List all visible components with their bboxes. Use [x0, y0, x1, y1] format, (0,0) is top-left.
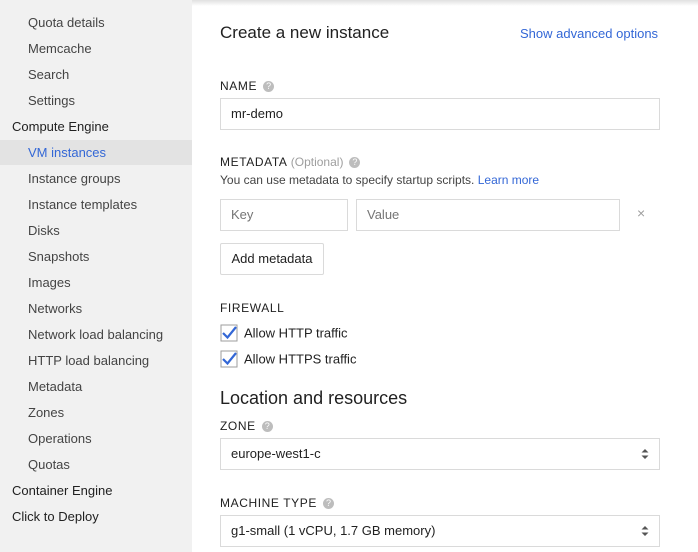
- sidebar-item-quotas[interactable]: Quotas: [28, 457, 70, 473]
- sidebar-item-vm-instances[interactable]: VM instances: [28, 145, 106, 161]
- sidebar-section-click-to-deploy[interactable]: Click to Deploy: [12, 509, 99, 525]
- metadata-label-text: METADATA: [220, 155, 287, 169]
- optional-note: (Optional): [290, 155, 344, 169]
- machine-type-label: MACHINE TYPE?: [220, 496, 334, 510]
- zone-value: europe-west1-c: [231, 446, 321, 461]
- zone-label: ZONE?: [220, 419, 273, 433]
- checkbox-checked-icon[interactable]: [220, 350, 238, 368]
- top-shadow: [192, 0, 698, 6]
- sidebar-item-snapshots[interactable]: Snapshots: [28, 249, 89, 265]
- sidebar-item-images[interactable]: Images: [28, 275, 71, 291]
- name-label-text: NAME: [220, 79, 258, 93]
- help-icon[interactable]: ?: [349, 157, 361, 168]
- machine-type-label-text: MACHINE TYPE: [220, 496, 317, 510]
- sidebar-item-quota-details[interactable]: Quota details: [28, 15, 105, 31]
- metadata-hint: You can use metadata to specify startup …: [220, 173, 539, 187]
- sidebar-item-zones[interactable]: Zones: [28, 405, 64, 421]
- sidebar-section-compute-engine[interactable]: Compute Engine: [12, 119, 109, 135]
- name-label: NAME?: [220, 79, 275, 93]
- sidebar: Quota details Memcache Search Settings C…: [0, 0, 192, 552]
- location-resources-heading: Location and resources: [220, 388, 408, 408]
- sidebar-item-metadata[interactable]: Metadata: [28, 379, 82, 395]
- allow-https-row[interactable]: Allow HTTPS traffic: [220, 350, 356, 368]
- add-metadata-button[interactable]: Add metadata: [220, 243, 324, 275]
- close-icon[interactable]: ×: [637, 205, 645, 221]
- sidebar-item-disks[interactable]: Disks: [28, 223, 60, 239]
- sidebar-section-container-engine[interactable]: Container Engine: [12, 483, 112, 499]
- zone-select[interactable]: europe-west1-c: [220, 438, 660, 470]
- select-caret-icon: [641, 449, 649, 459]
- sidebar-item-instance-groups[interactable]: Instance groups: [28, 171, 121, 187]
- main-panel: Create a new instance Show advanced opti…: [192, 0, 698, 552]
- metadata-label: METADATA (Optional)?: [220, 155, 361, 169]
- metadata-key-input[interactable]: Key: [220, 199, 348, 231]
- allow-https-label: Allow HTTPS traffic: [244, 351, 357, 367]
- zone-label-text: ZONE: [220, 419, 256, 433]
- sidebar-item-operations[interactable]: Operations: [28, 431, 92, 447]
- metadata-hint-text: You can use metadata to specify startup …: [220, 173, 475, 187]
- checkbox-checked-icon[interactable]: [220, 324, 238, 342]
- allow-http-row[interactable]: Allow HTTP traffic: [220, 324, 348, 342]
- sidebar-item-settings[interactable]: Settings: [28, 93, 75, 109]
- metadata-value-input[interactable]: Value: [356, 199, 620, 231]
- page-title: Create a new instance: [220, 23, 390, 42]
- machine-type-select[interactable]: g1-small (1 vCPU, 1.7 GB memory): [220, 515, 660, 547]
- name-input[interactable]: mr-demo: [220, 98, 660, 130]
- help-icon[interactable]: ?: [263, 81, 275, 92]
- sidebar-item-memcache[interactable]: Memcache: [28, 41, 92, 57]
- machine-type-value: g1-small (1 vCPU, 1.7 GB memory): [231, 523, 436, 538]
- show-advanced-options-link[interactable]: Show advanced options: [520, 26, 658, 41]
- sidebar-item-search[interactable]: Search: [28, 67, 69, 83]
- allow-http-label: Allow HTTP traffic: [244, 325, 348, 341]
- learn-more-link[interactable]: Learn more: [478, 173, 539, 187]
- sidebar-item-instance-templates[interactable]: Instance templates: [28, 197, 137, 213]
- firewall-label: FIREWALL: [220, 301, 285, 315]
- sidebar-item-http-load-balancing[interactable]: HTTP load balancing: [28, 353, 149, 369]
- sidebar-item-networks[interactable]: Networks: [28, 301, 82, 317]
- help-icon[interactable]: ?: [323, 498, 334, 509]
- help-icon[interactable]: ?: [261, 421, 273, 432]
- select-caret-icon: [641, 526, 649, 536]
- sidebar-item-network-load-balancing[interactable]: Network load balancing: [28, 327, 163, 343]
